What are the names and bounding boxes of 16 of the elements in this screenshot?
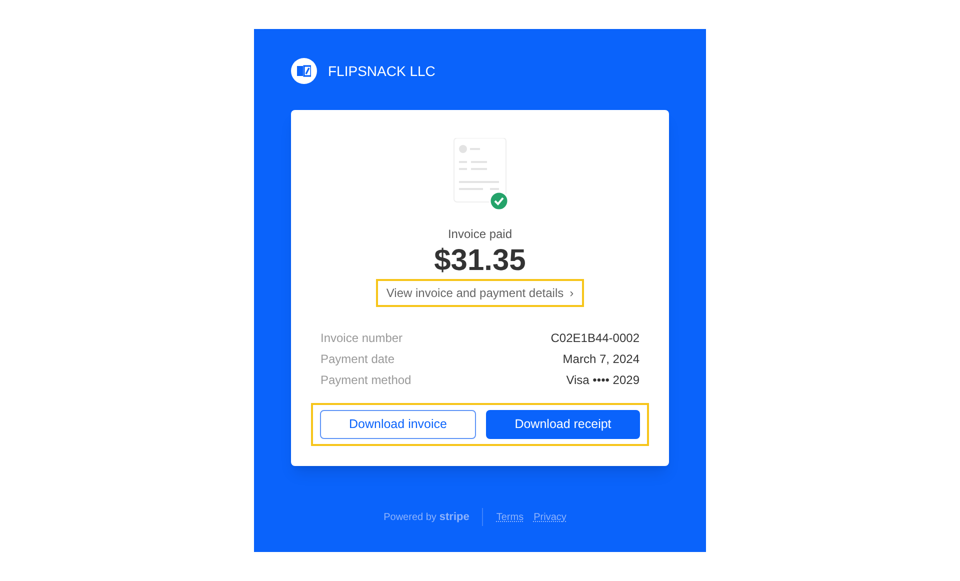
detail-label: Payment date: [320, 351, 395, 368]
invoice-check-icon: [452, 138, 508, 212]
status-label: Invoice paid: [448, 226, 512, 243]
logo-icon: [291, 58, 317, 84]
powered-by-text: Powered by: [384, 510, 436, 524]
detail-label: Invoice number: [320, 330, 403, 347]
merchant-name: FLIPSNACK LLC: [328, 62, 436, 80]
detail-value: March 7, 2024: [562, 351, 640, 368]
detail-value: Visa •••• 2029: [566, 372, 640, 389]
download-button[interactable]: Download invoice: [320, 410, 476, 439]
brand-logo: stripe: [439, 510, 470, 525]
detail-value: C02E1B44-0002: [550, 330, 640, 347]
detail-label: Payment method: [320, 372, 412, 389]
amount: $31.35: [434, 243, 526, 279]
download-button[interactable]: Download receipt: [486, 410, 640, 439]
details-link[interactable]: View invoice and payment details ›: [386, 284, 574, 302]
